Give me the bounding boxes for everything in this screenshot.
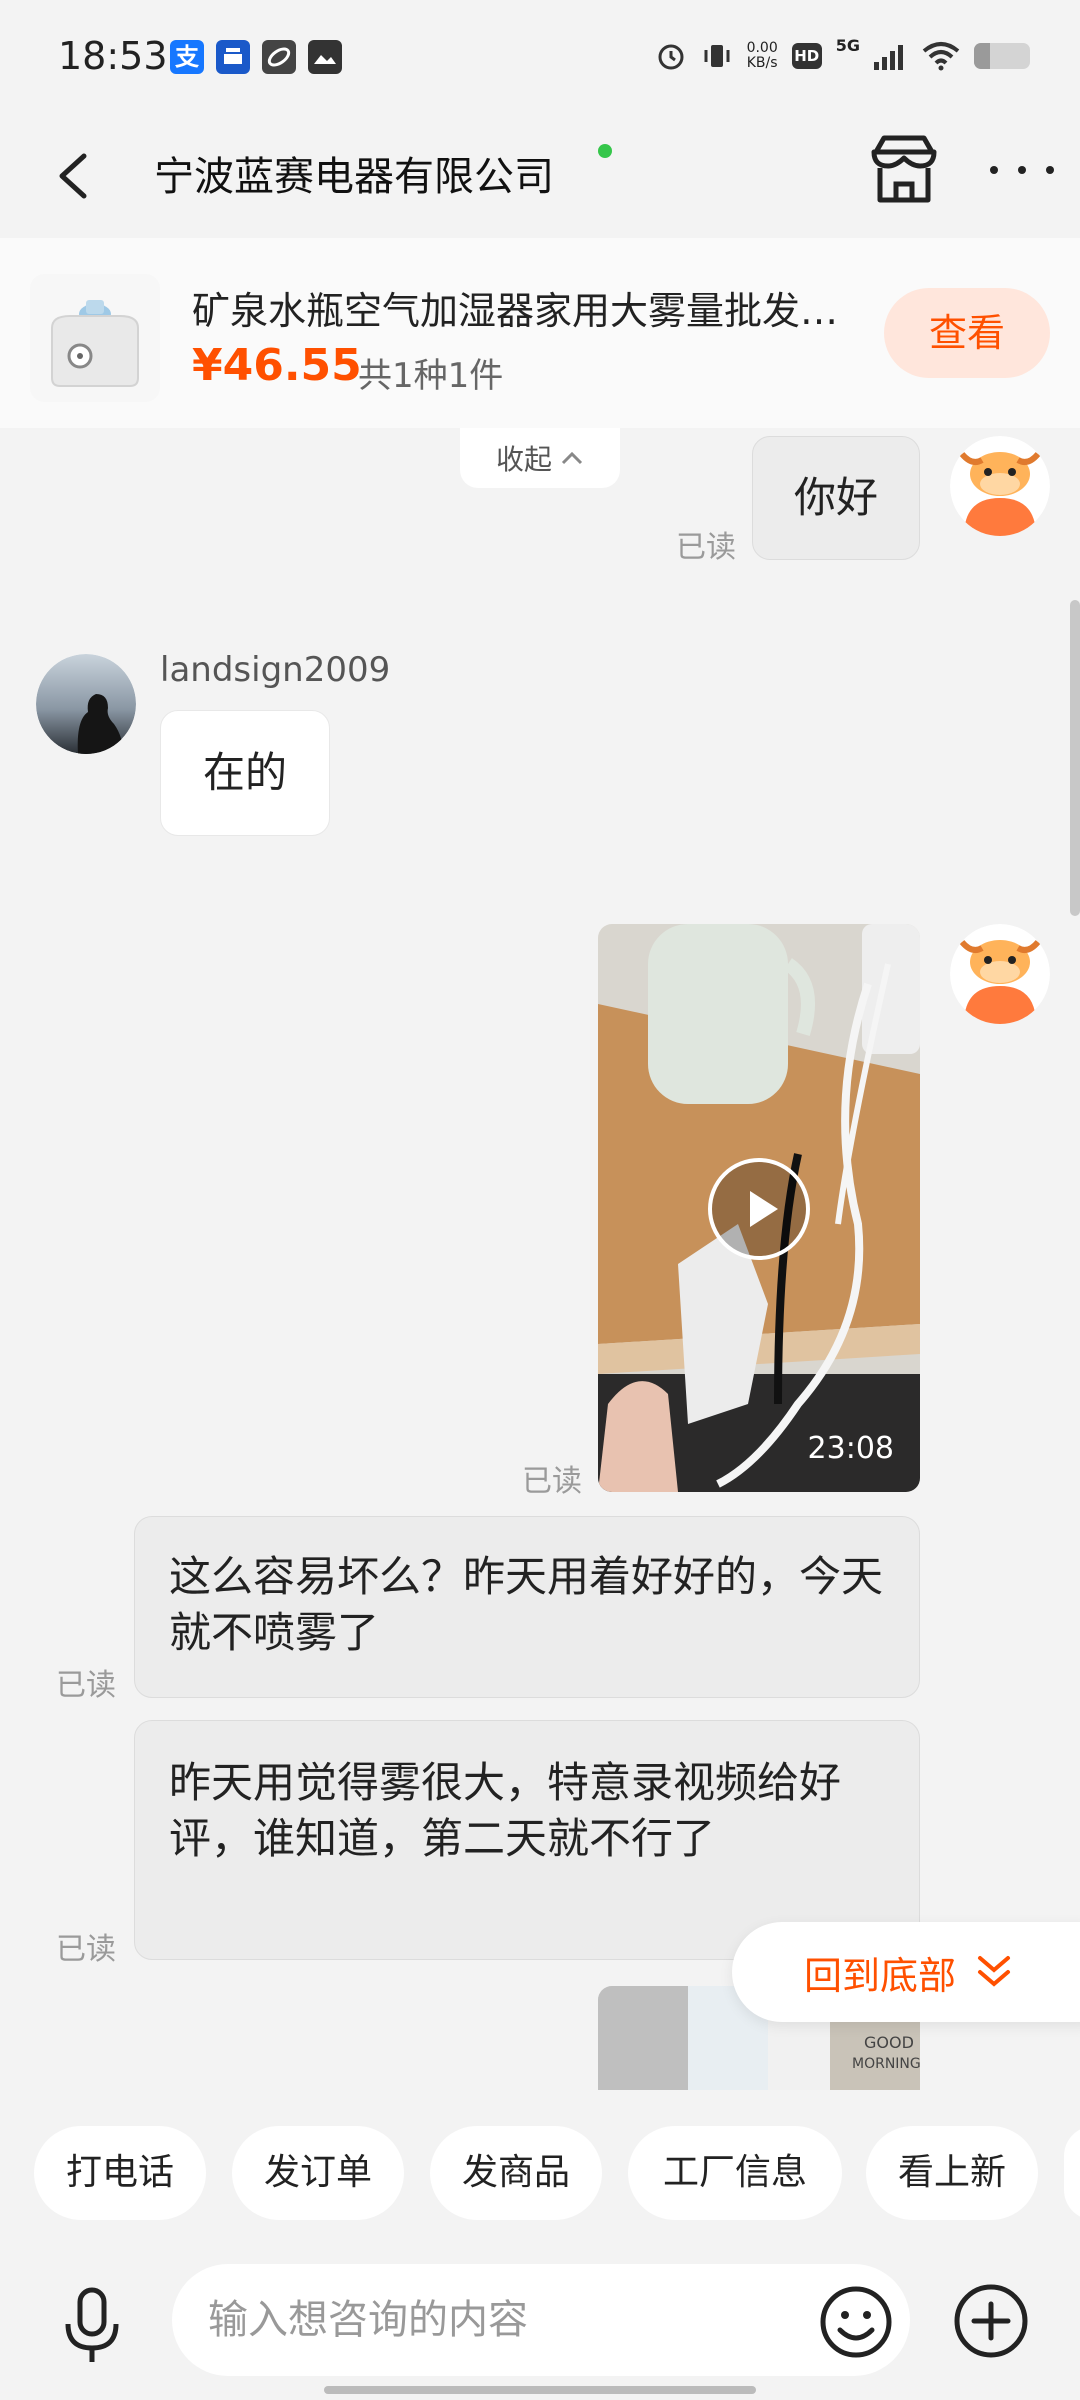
gallery-icon: [308, 40, 342, 74]
read-status: 已读: [522, 1464, 582, 1499]
dot: [1018, 166, 1026, 174]
alipay-icon: 支: [170, 40, 204, 74]
hd-badge: HD: [791, 43, 822, 69]
read-status: 已读: [56, 1932, 116, 1967]
store-icon: [871, 135, 937, 203]
my-avatar[interactable]: [950, 436, 1050, 536]
net-speed: 0.00 KB/s: [746, 40, 778, 71]
read-status: 已读: [56, 1668, 116, 1703]
status-icons: 0.00 KB/s HD 5G: [655, 36, 1030, 76]
emoji-button[interactable]: [818, 2284, 894, 2360]
product-price: ¥46.55: [192, 340, 362, 391]
product-image: [30, 274, 160, 402]
alarm-icon: [658, 44, 684, 70]
collapse-label: 收起: [495, 443, 552, 476]
scrollbar[interactable]: [1070, 600, 1080, 916]
home-indicator[interactable]: [324, 2386, 756, 2394]
message-bubble[interactable]: 这么容易坏么？昨天用着好好的，今天就不喷雾了: [134, 1516, 920, 1698]
product-quantity: 共1种1件: [358, 356, 504, 396]
microphone-icon: [65, 2287, 119, 2362]
back-to-bottom-label: 回到底部: [804, 1953, 957, 1998]
send-product-button[interactable]: 发商品: [430, 2126, 602, 2220]
video-duration: 23:08: [807, 1431, 894, 1466]
wifi-icon: [922, 42, 960, 71]
new-arrivals-button[interactable]: 看上新: [866, 2126, 1038, 2220]
my-avatar[interactable]: [950, 924, 1050, 1024]
message-bubble[interactable]: 在的: [160, 710, 330, 836]
voice-button[interactable]: [54, 2284, 130, 2368]
view-product-button[interactable]: 查看: [884, 288, 1050, 378]
video-message[interactable]: 23:08: [598, 924, 920, 1492]
battery-icon: [974, 43, 1030, 69]
bank-icon: [216, 40, 250, 74]
link-icon: [262, 40, 296, 74]
dot: [990, 166, 998, 174]
online-status-dot: [598, 144, 612, 158]
play-icon[interactable]: [706, 1156, 812, 1262]
more-quick-action[interactable]: [1064, 2126, 1080, 2220]
store-button[interactable]: [866, 130, 942, 210]
dot: [1046, 166, 1054, 174]
double-chevron-down-icon: [978, 1956, 1011, 1987]
user-avatar[interactable]: [36, 654, 136, 754]
back-to-bottom-button[interactable]: 回到底部: [732, 1922, 1080, 2022]
chevron-left-icon: [59, 153, 87, 199]
collapse-button[interactable]: 收起: [460, 428, 620, 488]
product-title: 矿泉水瓶空气加湿器家用大雾量批发迷你: [192, 289, 872, 333]
status-time: 18:53: [58, 34, 168, 78]
message-bubble[interactable]: 你好: [752, 436, 920, 560]
plus-icon: [954, 2284, 1028, 2358]
chat-header: 宁波蓝赛电器有限公司: [0, 110, 1080, 238]
status-bar: 18:53 支 0.00 KB/s HD 5G: [0, 0, 1080, 110]
read-status: 已读: [676, 530, 736, 565]
vibrate-icon: [704, 45, 730, 67]
signal-icon: [874, 45, 903, 70]
send-order-button[interactable]: 发订单: [232, 2126, 404, 2220]
product-card[interactable]: 矿泉水瓶空气加湿器家用大雾量批发迷你 ¥46.55 共1种1件 查看: [0, 238, 1080, 428]
add-button[interactable]: [952, 2282, 1030, 2360]
image-caption-2: MORNING: [852, 2056, 920, 2072]
sender-username: landsign2009: [160, 650, 391, 690]
image-caption-1: GOOD: [864, 2033, 914, 2052]
emoji-icon: [820, 2286, 892, 2358]
quick-actions-bar: 打电话 发订单 发商品 工厂信息 看上新: [0, 2090, 1080, 2260]
more-button[interactable]: [990, 140, 1054, 200]
input-bar: [0, 2260, 1080, 2400]
call-button[interactable]: 打电话: [34, 2126, 206, 2220]
back-button[interactable]: [46, 136, 106, 216]
shop-name[interactable]: 宁波蓝赛电器有限公司: [154, 144, 554, 202]
network-type: 5G: [835, 36, 860, 55]
message-input[interactable]: [172, 2264, 910, 2376]
chevron-up-icon: [561, 451, 583, 465]
factory-info-button[interactable]: 工厂信息: [628, 2126, 842, 2220]
